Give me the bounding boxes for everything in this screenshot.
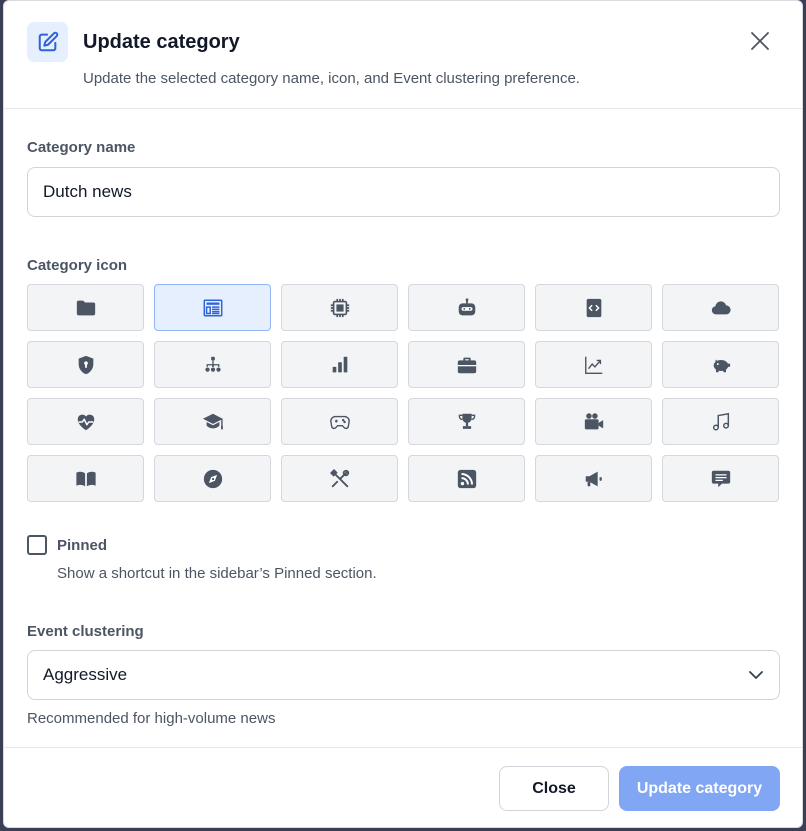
icon-option-folder[interactable] xyxy=(27,284,144,331)
book-icon xyxy=(75,471,96,486)
line-chart-icon xyxy=(584,356,602,374)
comment-icon xyxy=(711,470,730,487)
icon-option-hierarchy[interactable] xyxy=(154,341,271,388)
icon-option-tools[interactable] xyxy=(281,455,398,502)
shield-icon xyxy=(78,355,93,374)
event-clustering-help-text: Recommended for high-volume news xyxy=(27,710,276,727)
category-name-label: Category name xyxy=(27,139,136,156)
cpu-chip-icon xyxy=(330,298,349,317)
icon-option-newspaper[interactable] xyxy=(154,284,271,331)
trophy-icon xyxy=(458,413,475,429)
dialog-header: Update category Update the selected cate… xyxy=(4,1,802,109)
gamepad-icon xyxy=(329,415,350,429)
icon-option-trophy[interactable] xyxy=(408,398,525,445)
icon-option-line-chart[interactable] xyxy=(535,341,652,388)
icon-option-shield[interactable] xyxy=(27,341,144,388)
event-clustering-label: Event clustering xyxy=(27,623,144,640)
icon-option-robot[interactable] xyxy=(408,284,525,331)
code-file-icon xyxy=(586,298,601,317)
event-clustering-value: Aggressive xyxy=(43,665,128,684)
piggy-bank-icon xyxy=(713,359,730,372)
category-icon-label: Category icon xyxy=(27,257,128,274)
icon-option-cpu-chip[interactable] xyxy=(281,284,398,331)
icon-option-book[interactable] xyxy=(27,455,144,502)
heart-pulse-icon xyxy=(77,414,94,430)
icon-option-graduation-cap[interactable] xyxy=(154,398,271,445)
close-icon[interactable] xyxy=(749,30,771,52)
pinned-label: Pinned xyxy=(57,537,108,554)
icon-option-gamepad[interactable] xyxy=(281,398,398,445)
folder-icon xyxy=(76,300,95,315)
dialog-title: Update category xyxy=(83,31,240,53)
icon-option-cloud[interactable] xyxy=(662,284,779,331)
cloud-icon xyxy=(711,300,731,314)
icon-option-video-camera[interactable] xyxy=(535,398,652,445)
close-button[interactable]: Close xyxy=(499,766,609,811)
robot-icon xyxy=(458,297,475,315)
dialog-subtitle: Update the selected category name, icon,… xyxy=(83,70,580,87)
chevron-down-icon xyxy=(749,671,763,679)
dialog-footer: Close Update category xyxy=(4,747,802,827)
graduation-cap-icon xyxy=(202,413,223,429)
icon-picker-grid xyxy=(27,284,779,502)
music-note-icon xyxy=(712,412,729,431)
hierarchy-icon xyxy=(204,356,221,372)
megaphone-icon xyxy=(585,471,602,486)
compass-icon xyxy=(203,469,222,488)
icon-option-bar-chart[interactable] xyxy=(281,341,398,388)
pinned-checkbox[interactable] xyxy=(27,535,47,555)
video-camera-icon xyxy=(584,412,603,429)
icon-option-piggy-bank[interactable] xyxy=(662,341,779,388)
icon-option-megaphone[interactable] xyxy=(535,455,652,502)
icon-option-rss[interactable] xyxy=(408,455,525,502)
icon-option-music-note[interactable] xyxy=(662,398,779,445)
icon-option-compass[interactable] xyxy=(154,455,271,502)
category-name-input[interactable] xyxy=(27,167,780,217)
icon-option-comment[interactable] xyxy=(662,455,779,502)
bar-chart-icon xyxy=(332,356,347,372)
edit-square-icon xyxy=(27,22,68,62)
rss-icon xyxy=(457,469,476,488)
update-category-dialog: Update category Update the selected cate… xyxy=(3,0,803,828)
event-clustering-select[interactable]: Aggressive xyxy=(27,650,780,700)
briefcase-icon xyxy=(457,357,476,373)
update-category-button[interactable]: Update category xyxy=(619,766,780,811)
icon-option-briefcase[interactable] xyxy=(408,341,525,388)
icon-option-code-file[interactable] xyxy=(535,284,652,331)
tools-icon xyxy=(329,468,349,487)
pinned-help-text: Show a shortcut in the sidebar’s Pinned … xyxy=(57,565,377,582)
icon-option-heart-pulse[interactable] xyxy=(27,398,144,445)
newspaper-icon xyxy=(203,298,222,317)
